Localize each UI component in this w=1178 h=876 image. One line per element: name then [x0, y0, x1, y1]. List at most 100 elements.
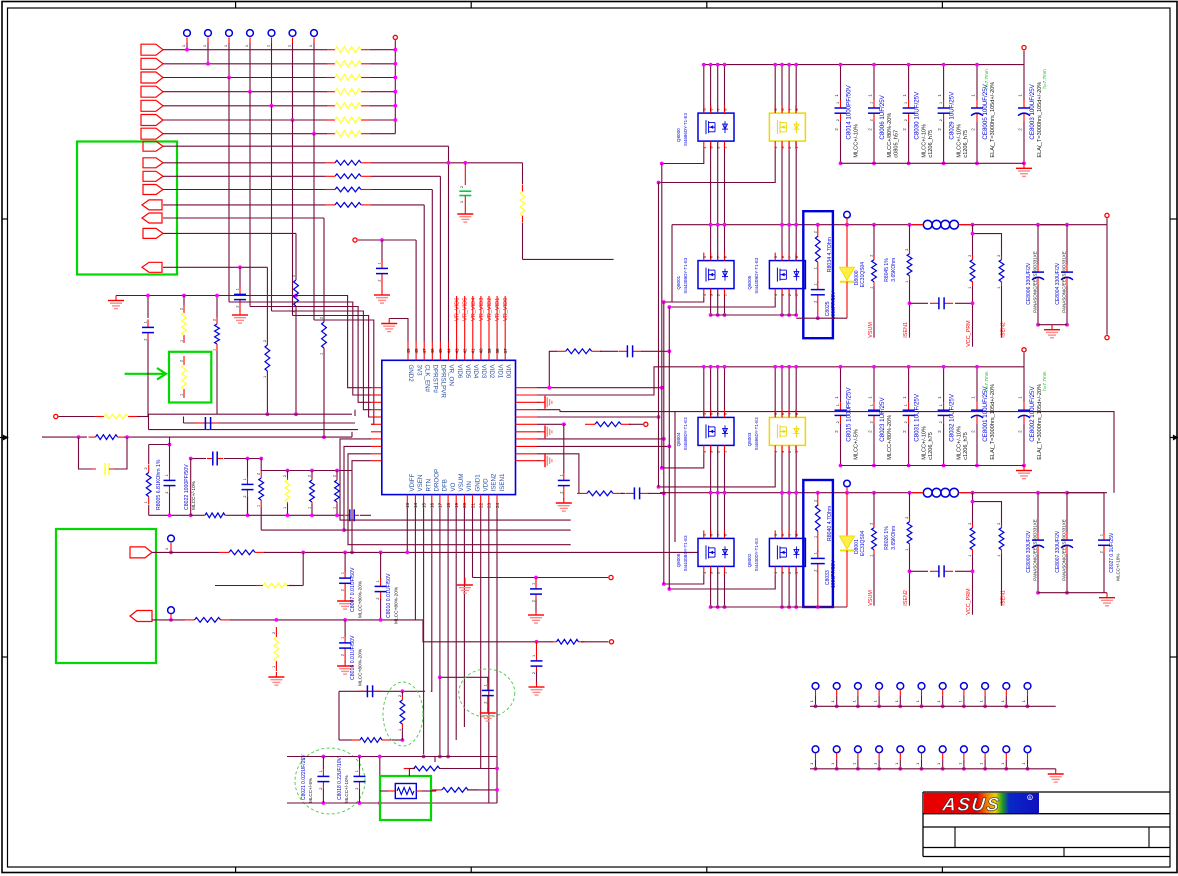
svg-text:5: 5 [774, 108, 778, 110]
svg-text:1: 1 [895, 763, 899, 765]
svg-text:SI4686DY-T1-E3: SI4686DY-T1-E3 [754, 417, 759, 451]
svg-text:8: 8 [795, 108, 799, 110]
svg-text:DROOP: DROOP [434, 469, 441, 492]
svg-text:ISEN1: ISEN1 [1001, 590, 1007, 606]
svg-text:1: 1 [810, 763, 814, 765]
svg-text:VSUM: VSUM [458, 474, 465, 492]
svg-text:1: 1 [870, 102, 874, 104]
svg-text:C8016 0.01UF/50V: C8016 0.01UF/50V [350, 635, 356, 680]
svg-text:4: 4 [774, 146, 778, 148]
svg-text:1: 1 [831, 700, 835, 702]
svg-text:1: 1 [997, 287, 1001, 289]
svg-text:MLCC+/-10%: MLCC+/-10% [922, 124, 928, 158]
svg-text:R8005 6.81KOhm 1%: R8005 6.81KOhm 1% [156, 459, 162, 510]
svg-text:ISEN2: ISEN2 [903, 590, 909, 606]
svg-text:1: 1 [831, 763, 835, 765]
svg-text:2: 2 [997, 523, 1001, 525]
svg-text:2: 2 [904, 421, 908, 423]
svg-text:1: 1 [341, 572, 345, 574]
svg-text:1: 1 [795, 572, 799, 574]
svg-text:1: 1 [939, 404, 943, 406]
svg-text:21: 21 [470, 502, 475, 508]
svg-text:1: 1 [997, 555, 1001, 557]
svg-text:C8014 1000PF/50V: C8014 1000PF/50V [846, 84, 853, 139]
svg-text:2: 2 [165, 491, 169, 493]
svg-text:7: 7 [788, 108, 792, 110]
svg-text:MLCC+80%-20%: MLCC+80%-20% [394, 586, 400, 624]
svg-text:2: 2 [355, 787, 359, 789]
svg-text:VID4: VID4 [472, 365, 479, 379]
svg-text:1: 1 [904, 102, 908, 104]
svg-text:h=7.7mm: h=7.7mm [984, 69, 989, 88]
svg-text:3: 3 [781, 451, 785, 453]
svg-text:2: 2 [813, 231, 817, 233]
svg-text:1: 1 [874, 763, 878, 765]
svg-text:1: 1 [257, 505, 261, 507]
svg-text:6: 6 [710, 534, 714, 536]
svg-text:ISEN2: ISEN2 [491, 473, 498, 491]
svg-text:5: 5 [774, 413, 778, 415]
svg-text:1: 1 [874, 700, 878, 702]
svg-text:4: 4 [774, 572, 778, 574]
svg-text:8: 8 [724, 413, 728, 415]
svg-text:1: 1 [980, 700, 984, 702]
svg-text:1: 1 [958, 763, 962, 765]
svg-text:1: 1 [813, 536, 817, 538]
svg-text:MLCC+/-10%: MLCC+/-10% [854, 124, 860, 158]
svg-text:CE8000 330UF/2V: CE8000 330UF/2V [1026, 530, 1032, 573]
svg-text:8: 8 [724, 256, 728, 258]
svg-text:1: 1 [559, 474, 563, 476]
svg-text:5: 5 [774, 256, 778, 258]
svg-text:PANASONIC/EEFSX0D331XE: PANASONIC/EEFSX0D331XE [1062, 519, 1067, 580]
svg-text:1: 1 [937, 700, 941, 702]
svg-text:CE8005 100UF/25V: CE8005 100UF/25V [982, 83, 989, 139]
svg-text:EC31QS04: EC31QS04 [860, 530, 866, 556]
svg-text:2: 2 [997, 255, 1001, 257]
svg-text:DFB: DFB [442, 479, 449, 491]
svg-text:1: 1 [1022, 763, 1026, 765]
svg-text:3.65KOhm: 3.65KOhm [891, 258, 897, 282]
svg-text:VDIFF: VDIFF [409, 473, 416, 491]
svg-text:C8007 0.01UF/50V: C8007 0.01UF/50V [350, 567, 356, 612]
svg-text:4: 4 [703, 572, 707, 574]
svg-text:C8010 0.01UF/50V: C8010 0.01UF/50V [386, 573, 392, 618]
svg-text:7: 7 [717, 534, 721, 536]
svg-text:3: 3 [710, 451, 714, 453]
svg-text:C8030 10UF/25V: C8030 10UF/25V [914, 91, 921, 140]
svg-text:24: 24 [495, 502, 500, 508]
svg-text:1: 1 [895, 700, 899, 702]
svg-text:1: 1 [144, 321, 148, 323]
svg-text:2: 2 [144, 338, 148, 340]
svg-text:1: 1 [904, 404, 908, 406]
svg-text:1: 1 [795, 294, 799, 296]
svg-text:CE8004 330UF/2V: CE8004 330UF/2V [1055, 262, 1061, 305]
svg-text:3: 3 [710, 146, 714, 148]
svg-text:SI4686DY-T1-E3: SI4686DY-T1-E3 [683, 113, 688, 147]
svg-text:1: 1 [267, 45, 271, 47]
svg-text:C8022 1000PF/50V: C8022 1000PF/50V [184, 464, 190, 510]
svg-text:1: 1 [1001, 700, 1005, 702]
svg-text:1: 1 [398, 729, 402, 731]
svg-text:6: 6 [710, 256, 714, 258]
svg-text:8: 8 [795, 413, 799, 415]
svg-text:EC31QS04: EC31QS04 [860, 262, 866, 288]
svg-text:2: 2 [283, 475, 287, 477]
svg-text:5: 5 [703, 256, 707, 258]
svg-text:3: 3 [781, 146, 785, 148]
svg-text:ELA(_T=3000hrs_105d+/-20%: ELA(_T=3000hrs_105d+/-20% [990, 384, 996, 460]
svg-text:VID3: VID3 [480, 365, 487, 379]
svg-text:16: 16 [430, 502, 435, 508]
svg-text:VDD: VDD [483, 478, 490, 492]
svg-text:VR_ON: VR_ON [448, 365, 455, 386]
svg-text:1: 1 [968, 555, 972, 557]
svg-text:C8031 10UF/25V: C8031 10UF/25V [914, 393, 921, 442]
svg-text:MLCC+/-10%: MLCC+/-10% [191, 480, 197, 510]
svg-text:ELA(_T=3000hrs_105d+/-20%: ELA(_T=3000hrs_105d+/-20% [1037, 82, 1043, 158]
svg-text:2: 2 [144, 467, 148, 469]
svg-text:2: 2 [376, 597, 380, 599]
svg-text:1: 1 [870, 555, 874, 557]
svg-text:2: 2 [263, 340, 267, 342]
svg-text:20: 20 [462, 502, 467, 508]
svg-text:MLCC+/-10%: MLCC+/-10% [922, 426, 928, 460]
svg-text:c0805_h57: c0805_h57 [893, 130, 899, 158]
